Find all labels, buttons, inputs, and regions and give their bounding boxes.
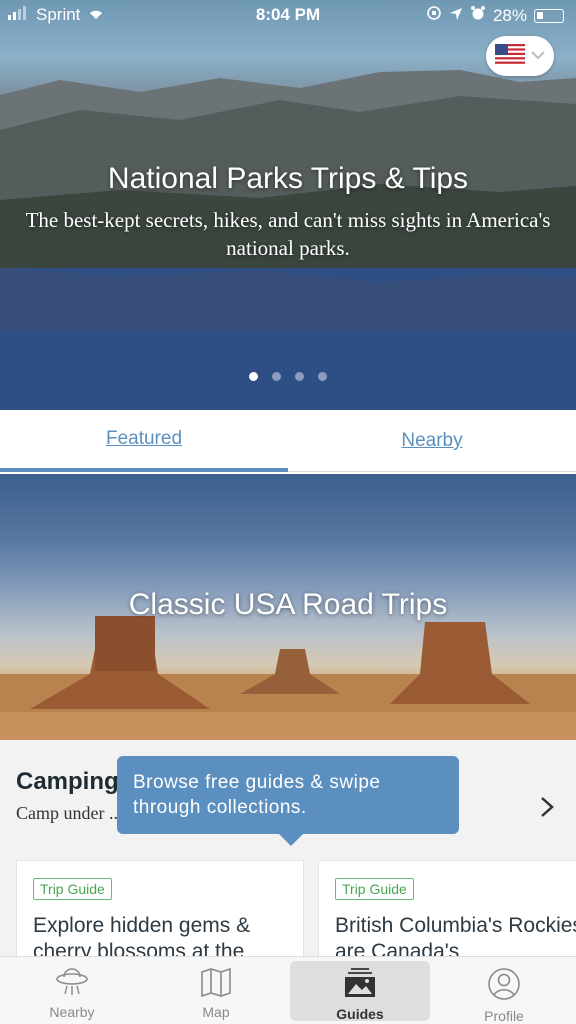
map-icon [199, 967, 233, 1004]
guides-icon [343, 967, 377, 1006]
battery-percent: 28% [492, 5, 527, 25]
status-bar: Sprint 8:04 PM 28% [0, 0, 576, 30]
us-flag-icon [495, 43, 525, 69]
profile-icon [487, 967, 521, 1008]
nav-nearby[interactable]: Nearby [0, 957, 144, 1024]
nav-label: Profile [484, 1008, 524, 1024]
country-selector-button[interactable] [486, 36, 554, 76]
hero-title: National Parks Trips & Tips [107, 162, 469, 195]
page-dot[interactable] [318, 372, 327, 381]
page-dot[interactable] [295, 372, 304, 381]
carousel-page-indicator[interactable] [0, 372, 576, 381]
onboarding-tooltip[interactable]: Browse free guides & swipe through colle… [117, 756, 459, 846]
nav-guides[interactable]: Guides [290, 961, 430, 1022]
trip-guide-badge: Trip Guide [33, 878, 112, 900]
nav-label: Map [202, 1004, 230, 1020]
battery-icon [534, 8, 564, 23]
nav-map[interactable]: Map [144, 957, 288, 1024]
guide-card[interactable]: Trip Guide British Columbia's Rockies ar… [318, 860, 576, 960]
segment-tabs: Featured Nearby [0, 410, 576, 472]
ufo-icon [55, 967, 89, 1004]
trip-guide-badge: Trip Guide [335, 878, 414, 900]
nav-label: Nearby [49, 1004, 95, 1020]
page-dot[interactable] [272, 372, 281, 381]
tab-featured[interactable]: Featured [0, 410, 288, 472]
guide-card-title: British Columbia's Rockies are Canada's [335, 914, 576, 960]
location-icon [449, 6, 463, 26]
chevron-right-icon[interactable] [540, 794, 554, 825]
page-dot[interactable] [249, 372, 258, 381]
bottom-tab-bar: Nearby Map Guides Profile [0, 956, 576, 1024]
alarm-icon [470, 5, 486, 26]
guide-card-title: Explore hidden gems & cherry blossoms at… [33, 914, 251, 960]
rotation-lock-icon [426, 5, 442, 26]
hero-carousel[interactable]: Sprint 8:04 PM 28% National Parks Trips … [0, 0, 576, 410]
chevron-down-icon [531, 47, 545, 65]
feature-title: Classic USA Road Trips [128, 588, 448, 621]
section-title[interactable]: Camping [16, 768, 119, 796]
tab-nearby[interactable]: Nearby [288, 410, 576, 472]
nav-profile[interactable]: Profile [432, 957, 576, 1024]
nav-label: Guides [336, 1006, 384, 1022]
hero-subtitle: The best-kept secrets, hikes, and can't … [25, 208, 551, 260]
guide-card[interactable]: Trip Guide Explore hidden gems & cherry … [16, 860, 304, 960]
